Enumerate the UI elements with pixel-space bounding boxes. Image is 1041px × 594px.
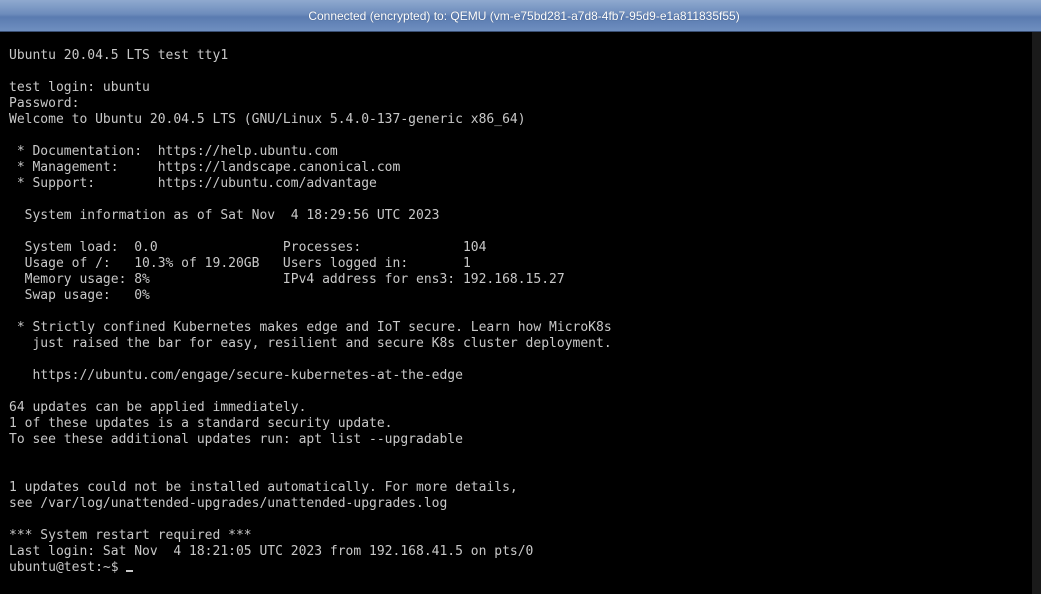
console-edge: [1032, 32, 1041, 594]
title-bar: Connected (encrypted) to: QEMU (vm-e75bd…: [0, 0, 1041, 32]
terminal-line: 1 updates could not be installed automat…: [9, 480, 518, 495]
terminal-line: Ubuntu 20.04.5 LTS test tty1: [9, 48, 229, 63]
terminal-line: * Management: https://landscape.canonica…: [9, 160, 401, 175]
terminal-line: Password:: [9, 96, 80, 111]
terminal-line: https://ubuntu.com/engage/secure-kuberne…: [9, 368, 463, 383]
terminal-line: see /var/log/unattended-upgrades/unatten…: [9, 496, 448, 511]
terminal-line: Last login: Sat Nov 4 18:21:05 UTC 2023 …: [9, 544, 534, 559]
terminal-output: Ubuntu 20.04.5 LTS test tty1 test login: …: [9, 48, 612, 576]
terminal-line: just raised the bar for easy, resilient …: [9, 336, 612, 351]
terminal-line: To see these additional updates run: apt…: [9, 432, 463, 447]
terminal-console[interactable]: Ubuntu 20.04.5 LTS test tty1 test login: …: [0, 32, 1032, 594]
terminal-line: Usage of /: 10.3% of 19.20GB Users logge…: [9, 256, 471, 271]
text-cursor: [126, 570, 134, 572]
terminal-line: 64 updates can be applied immediately.: [9, 400, 307, 415]
terminal-line: * Support: https://ubuntu.com/advantage: [9, 176, 377, 191]
terminal-line: 1 of these updates is a standard securit…: [9, 416, 393, 431]
terminal-line: * Documentation: https://help.ubuntu.com: [9, 144, 338, 159]
terminal-line: test login: ubuntu: [9, 80, 150, 95]
terminal-line: Welcome to Ubuntu 20.04.5 LTS (GNU/Linux…: [9, 112, 526, 127]
shell-prompt-line[interactable]: ubuntu@test:~$: [9, 560, 612, 576]
terminal-line: System information as of Sat Nov 4 18:29…: [9, 208, 440, 223]
shell-prompt: ubuntu@test:~$: [9, 560, 127, 575]
vnc-console-window: Connected (encrypted) to: QEMU (vm-e75bd…: [0, 0, 1041, 594]
terminal-line: System load: 0.0 Processes: 104: [9, 240, 487, 255]
terminal-line: *** System restart required ***: [9, 528, 252, 543]
terminal-line: Swap usage: 0%: [9, 288, 150, 303]
connection-status-title: Connected (encrypted) to: QEMU (vm-e75bd…: [308, 8, 740, 23]
terminal-line: Memory usage: 8% IPv4 address for ens3: …: [9, 272, 565, 287]
terminal-line: * Strictly confined Kubernetes makes edg…: [9, 320, 612, 335]
